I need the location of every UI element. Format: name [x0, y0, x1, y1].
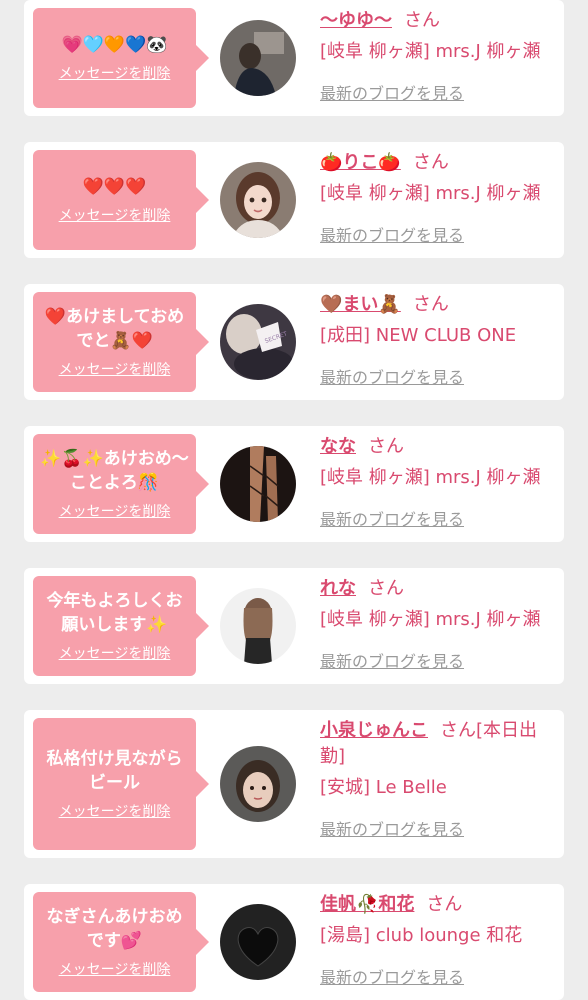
latest-blog-link[interactable]: 最新のブログを見る	[320, 648, 560, 672]
shop-name: [岐阜 柳ヶ瀬] mrs.J 柳ヶ瀬	[320, 609, 541, 630]
message-bubble: 私格付け見ながらビール メッセージを削除	[33, 718, 196, 850]
shop-name: [岐阜 柳ヶ瀬] mrs.J 柳ヶ瀬	[320, 41, 541, 62]
member-name-link[interactable]: 🤎まい🧸	[320, 294, 401, 315]
honorific: さん	[426, 894, 463, 915]
member-name-link[interactable]: 佳帆🥀和花	[320, 894, 414, 915]
member-name-link[interactable]: 小泉じゅんこ	[320, 720, 428, 741]
profile-info: なな さん [岐阜 柳ヶ瀬] mrs.J 柳ヶ瀬 最新のブログを見る	[320, 434, 560, 530]
shop-name: [湯島] club lounge 和花	[320, 925, 523, 946]
latest-blog-link[interactable]: 最新のブログを見る	[320, 364, 560, 388]
honorific: さん	[412, 152, 449, 173]
profile-info: 〜ゆゆ〜 さん [岐阜 柳ヶ瀬] mrs.J 柳ヶ瀬 最新のブログを見る	[320, 8, 560, 104]
honorific: さん	[368, 436, 404, 457]
avatar[interactable]	[220, 904, 296, 980]
message-card: なぎさんあけおめです💕 メッセージを削除 佳帆🥀和花 さん [湯島] club l…	[24, 884, 564, 1000]
honorific: さん	[404, 10, 440, 31]
member-name-link[interactable]: れな	[320, 578, 356, 599]
message-text: 今年もよろしくお願いします✨	[46, 591, 183, 635]
delete-message-link[interactable]: メッセージを削除	[59, 959, 171, 979]
message-bubble: なぎさんあけおめです💕 メッセージを削除	[33, 892, 196, 992]
message-bubble: 今年もよろしくお願いします✨ メッセージを削除	[33, 576, 196, 676]
avatar[interactable]	[220, 20, 296, 96]
message-text: ❤️あけましておめでと🧸❤️	[44, 307, 185, 351]
shop-name: [岐阜 柳ヶ瀬] mrs.J 柳ヶ瀬	[320, 467, 541, 488]
honorific: さん	[440, 720, 476, 741]
latest-blog-link[interactable]: 最新のブログを見る	[320, 964, 560, 988]
honorific: さん	[412, 294, 449, 315]
message-card: ✨🍒✨あけおめ〜ことよろ🎊 メッセージを削除 なな さん [岐阜 柳ヶ瀬] mrs…	[24, 426, 564, 542]
profile-info: れな さん [岐阜 柳ヶ瀬] mrs.J 柳ヶ瀬 最新のブログを見る	[320, 576, 560, 672]
profile-info: 🤎まい🧸 さん [成田] NEW CLUB ONE 最新のブログを見る	[320, 292, 560, 388]
shop-name: [成田] NEW CLUB ONE	[320, 325, 517, 346]
avatar[interactable]	[220, 588, 296, 664]
profile-info: 🍅りこ🍅 さん [岐阜 柳ヶ瀬] mrs.J 柳ヶ瀬 最新のブログを見る	[320, 150, 560, 246]
message-text: なぎさんあけおめです💕	[46, 907, 183, 951]
latest-blog-link[interactable]: 最新のブログを見る	[320, 222, 560, 246]
message-card: ❤️❤️❤️ メッセージを削除 🍅りこ🍅 さん [岐阜 柳ヶ瀬] mrs.J 柳ヶ…	[24, 142, 564, 258]
delete-message-link[interactable]: メッセージを削除	[59, 501, 171, 521]
message-card: ❤️あけましておめでと🧸❤️ メッセージを削除 SECRET 🤎まい🧸 さん [成…	[24, 284, 564, 400]
shop-name: [岐阜 柳ヶ瀬] mrs.J 柳ヶ瀬	[320, 183, 541, 204]
avatar[interactable]	[220, 162, 296, 238]
delete-message-link[interactable]: メッセージを削除	[59, 205, 171, 225]
message-text: ❤️❤️❤️	[82, 177, 147, 197]
avatar[interactable]	[220, 746, 296, 822]
message-text: ✨🍒✨あけおめ〜ことよろ🎊	[40, 449, 189, 493]
delete-message-link[interactable]: メッセージを削除	[59, 643, 171, 663]
delete-message-link[interactable]: メッセージを削除	[59, 63, 171, 83]
latest-blog-link[interactable]: 最新のブログを見る	[320, 816, 560, 840]
member-name-link[interactable]: なな	[320, 436, 356, 457]
message-card: 💗🩵🧡💙🐼 メッセージを削除 〜ゆゆ〜 さん [岐阜 柳ヶ瀬] mrs.J 柳ヶ瀬…	[24, 0, 564, 116]
message-bubble: 💗🩵🧡💙🐼 メッセージを削除	[33, 8, 196, 108]
member-name-link[interactable]: 〜ゆゆ〜	[320, 10, 392, 31]
message-bubble: ✨🍒✨あけおめ〜ことよろ🎊 メッセージを削除	[33, 434, 196, 534]
message-text: 💗🩵🧡💙🐼	[61, 35, 168, 55]
delete-message-link[interactable]: メッセージを削除	[59, 359, 171, 379]
delete-message-link[interactable]: メッセージを削除	[59, 801, 171, 821]
latest-blog-link[interactable]: 最新のブログを見る	[320, 80, 560, 104]
profile-info: 佳帆🥀和花 さん [湯島] club lounge 和花 最新のブログを見る	[320, 892, 560, 988]
member-name-link[interactable]: 🍅りこ🍅	[320, 152, 401, 173]
latest-blog-link[interactable]: 最新のブログを見る	[320, 506, 560, 530]
message-bubble: ❤️❤️❤️ メッセージを削除	[33, 150, 196, 250]
message-card: 私格付け見ながらビール メッセージを削除 小泉じゅんこ さん[本日出勤] [安城]…	[24, 710, 564, 858]
message-text: 私格付け見ながらビール	[46, 749, 183, 793]
shop-name: [安城] Le Belle	[320, 777, 447, 798]
message-bubble: ❤️あけましておめでと🧸❤️ メッセージを削除	[33, 292, 196, 392]
avatar[interactable]: SECRET	[220, 304, 296, 380]
honorific: さん	[368, 578, 404, 599]
avatar[interactable]	[220, 446, 296, 522]
message-card: 今年もよろしくお願いします✨ メッセージを削除 れな さん [岐阜 柳ヶ瀬] mr…	[24, 568, 564, 684]
profile-info: 小泉じゅんこ さん[本日出勤] [安城] Le Belle 最新のブログを見る	[320, 718, 560, 840]
